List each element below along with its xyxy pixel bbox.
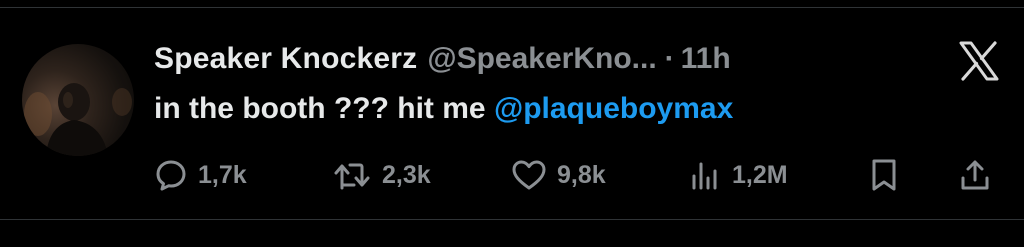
user-handle[interactable]: @SpeakerKno... — [427, 42, 656, 76]
retweet-icon — [334, 163, 370, 190]
separator-dot: · — [664, 42, 675, 75]
like-icon — [512, 160, 546, 190]
bookmark-icon — [872, 159, 896, 191]
action-bar: 1,7k 2,3k 9,8k 1,2M — [154, 153, 1004, 197]
x-logo-icon — [958, 41, 1000, 81]
tweet-header: Speaker Knockerz @SpeakerKno... · 11h — [154, 38, 731, 80]
views-button[interactable]: 1,2M — [688, 153, 788, 197]
tweet-body: in the booth ??? hit me — [154, 92, 494, 125]
share-button[interactable] — [958, 153, 992, 197]
views-count: 1,2M — [732, 160, 788, 189]
tweet-text: in the booth ??? hit me @plaqueboymax — [154, 92, 733, 126]
bookmark-button[interactable] — [867, 153, 901, 197]
like-count: 9,8k — [557, 160, 606, 189]
retweet-button[interactable]: 2,3k — [332, 153, 431, 197]
reply-button[interactable]: 1,7k — [154, 153, 247, 197]
share-icon — [961, 160, 989, 190]
mention-link[interactable]: @plaqueboymax — [494, 92, 733, 125]
display-name[interactable]: Speaker Knockerz — [154, 42, 417, 76]
bottom-divider — [0, 219, 1024, 220]
tweet-card[interactable]: Speaker Knockerz @SpeakerKno... · 11h in… — [0, 8, 1024, 219]
timestamp[interactable]: 11h — [681, 42, 731, 76]
like-button[interactable]: 9,8k — [511, 153, 606, 197]
reply-icon — [156, 160, 186, 191]
reply-count: 1,7k — [198, 160, 247, 189]
retweet-count: 2,3k — [382, 160, 431, 189]
avatar-image — [24, 83, 132, 156]
avatar[interactable] — [22, 44, 134, 156]
views-icon — [692, 162, 717, 190]
